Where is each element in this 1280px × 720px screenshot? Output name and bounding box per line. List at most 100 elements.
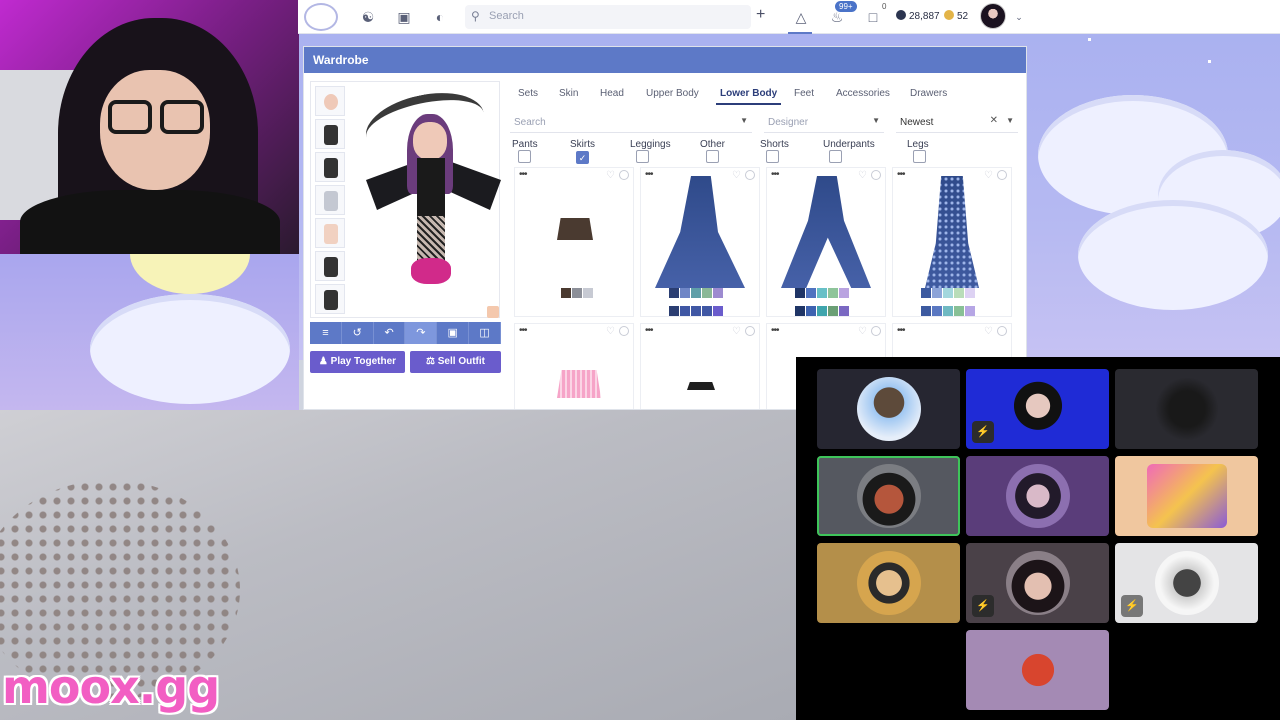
equipped-boots[interactable] <box>315 251 345 281</box>
designer-select[interactable]: Designer ▼ <box>764 113 884 133</box>
item-card[interactable]: ••• ♡ <box>640 323 760 409</box>
tab-drawers[interactable]: Drawers <box>910 88 947 99</box>
camera-icon[interactable]: ▣ <box>437 322 470 344</box>
participant-tile[interactable] <box>1115 456 1258 536</box>
info-icon[interactable] <box>745 326 755 336</box>
filter-underpants[interactable]: Underpants <box>823 139 875 163</box>
info-icon[interactable] <box>871 170 881 180</box>
tab-feet[interactable]: Feet <box>794 88 814 99</box>
participant-tile[interactable] <box>1115 369 1258 449</box>
info-icon[interactable] <box>745 170 755 180</box>
more-icon[interactable]: ••• <box>645 325 653 336</box>
participant-tile[interactable]: ⚡ <box>966 369 1109 449</box>
filter-legs[interactable]: Legs <box>907 139 929 163</box>
doll-wing-right <box>446 160 501 210</box>
doll-legs <box>417 216 445 261</box>
item-card[interactable]: ••• ♡ <box>892 167 1012 317</box>
chat-icon[interactable]: □ <box>864 8 882 26</box>
checkbox[interactable] <box>829 150 842 163</box>
list-icon[interactable]: ≡ <box>310 322 342 344</box>
item-card[interactable]: ••• ♡ <box>766 167 886 317</box>
equipped-head[interactable] <box>315 86 345 116</box>
tab-head[interactable]: Head <box>600 88 624 99</box>
community-icon[interactable]: ☯ <box>359 8 377 26</box>
wardrobe-icon[interactable]: △ <box>792 8 810 26</box>
mic-off-icon: ⚡ <box>972 595 994 617</box>
checkbox[interactable] <box>518 150 531 163</box>
wardrobe-title: Wardrobe <box>304 47 1026 73</box>
info-icon[interactable] <box>619 170 629 180</box>
participant-tile[interactable] <box>817 369 960 449</box>
filter-skirts[interactable]: Skirts✓ <box>570 139 595 164</box>
checkbox[interactable] <box>706 150 719 163</box>
heart-icon[interactable]: ♡ <box>732 326 741 337</box>
equipped-top[interactable] <box>315 119 345 149</box>
checkbox[interactable] <box>913 150 926 163</box>
chevron-down-icon: ▼ <box>1006 116 1014 125</box>
tab-accessories[interactable]: Accessories <box>836 88 890 99</box>
shop-icon[interactable]: ▣ <box>395 8 413 26</box>
info-icon[interactable] <box>871 326 881 336</box>
chevron-down-icon[interactable]: ⌄ <box>1010 8 1028 26</box>
filter-leggings[interactable]: Leggings <box>630 139 671 163</box>
undo-icon[interactable]: ↶ <box>374 322 406 344</box>
participant-tile[interactable]: ⚡ <box>966 543 1109 623</box>
item-card[interactable]: ••• ♡ <box>514 323 634 409</box>
tab-skin[interactable]: Skin <box>559 88 578 99</box>
search-input[interactable]: ⚲ Search <box>465 5 751 29</box>
active-tab-underline <box>716 103 781 105</box>
sell-outfit-button[interactable]: ⚖ Sell Outfit <box>410 351 501 373</box>
participant-tile[interactable]: ⚡ <box>1115 543 1258 623</box>
checkbox[interactable] <box>766 150 779 163</box>
heart-icon[interactable]: ♡ <box>858 170 867 181</box>
participant-tile[interactable] <box>966 456 1109 536</box>
more-icon[interactable]: ••• <box>645 169 653 180</box>
heart-icon[interactable]: ♡ <box>984 326 993 337</box>
more-icon[interactable]: ••• <box>897 169 905 180</box>
logo-icon[interactable] <box>304 3 338 31</box>
checkbox-checked[interactable]: ✓ <box>576 151 589 164</box>
item-card[interactable]: ••• ♡ <box>640 167 760 317</box>
filter-other[interactable]: Other <box>700 139 725 163</box>
play-together-button[interactable]: ♟ Play Together <box>310 351 405 373</box>
plus-icon[interactable]: + <box>756 6 765 24</box>
info-icon[interactable] <box>997 170 1007 180</box>
equipped-legs[interactable] <box>315 185 345 215</box>
tab-upper-body[interactable]: Upper Body <box>646 88 699 99</box>
info-icon[interactable] <box>619 326 629 336</box>
clear-icon[interactable]: ✕ <box>990 115 998 126</box>
more-icon[interactable]: ••• <box>519 169 527 180</box>
redo-icon[interactable]: ↷ <box>405 322 438 344</box>
participant-tile[interactable] <box>817 543 960 623</box>
participant-tile[interactable] <box>966 630 1109 710</box>
heart-icon[interactable]: ♡ <box>858 326 867 337</box>
equipped-skirt[interactable] <box>315 152 345 182</box>
item-image <box>557 218 593 240</box>
more-icon[interactable]: ••• <box>771 169 779 180</box>
more-icon[interactable]: ••• <box>771 325 779 336</box>
participant-tile-speaking[interactable] <box>817 456 960 536</box>
more-icon[interactable]: ••• <box>519 325 527 336</box>
equipped-wings[interactable] <box>315 284 345 314</box>
tab-lower-body[interactable]: Lower Body <box>720 88 777 99</box>
info-icon[interactable] <box>997 326 1007 336</box>
avatar[interactable] <box>980 3 1006 29</box>
tab-sets[interactable]: Sets <box>518 88 538 99</box>
save-icon[interactable]: ◫ <box>469 322 501 344</box>
heart-icon[interactable]: ♡ <box>606 326 615 337</box>
gamepad-icon[interactable]: ◐ <box>431 8 449 26</box>
item-search-input[interactable]: Search ▼ <box>510 113 752 133</box>
item-card[interactable]: ••• ♡ <box>514 167 634 317</box>
skin-swatch[interactable] <box>487 306 499 318</box>
heart-icon[interactable]: ♡ <box>984 170 993 181</box>
heart-icon[interactable]: ♡ <box>732 170 741 181</box>
rotate-icon[interactable]: ↺ <box>342 322 374 344</box>
more-icon[interactable]: ••• <box>897 325 905 336</box>
heart-icon[interactable]: ♡ <box>606 170 615 181</box>
equipped-skin[interactable] <box>315 218 345 248</box>
sun <box>130 254 250 294</box>
sort-select[interactable]: Newest ✕ ▼ <box>896 113 1018 133</box>
checkbox[interactable] <box>636 150 649 163</box>
filter-pants[interactable]: Pants <box>512 139 538 163</box>
filter-shorts[interactable]: Shorts <box>760 139 789 163</box>
